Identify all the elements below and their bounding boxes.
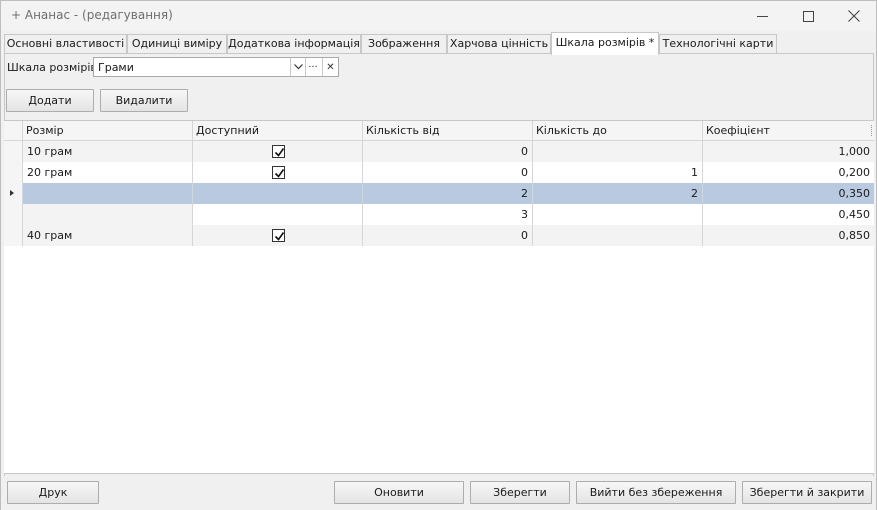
column-header-available[interactable]: Доступний [193,121,363,141]
table-row[interactable]: 10 грам 0 1,000 [4,141,874,162]
save-button[interactable]: Зберегти [470,481,570,504]
column-header-qty-from[interactable]: Кількість від [363,121,533,141]
cell-size[interactable] [23,183,193,204]
maximize-icon [802,10,814,22]
close-icon [848,10,860,22]
row-indicator[interactable] [4,183,23,204]
column-grip-icon[interactable] [871,125,873,136]
cell-qty-to[interactable] [533,225,703,246]
available-checkbox[interactable] [272,166,285,179]
cell-qty-from[interactable]: 0 [363,141,533,162]
maximize-button[interactable] [785,1,831,31]
cell-qty-from[interactable]: 2 [363,183,533,204]
tab-images[interactable]: Зображення [361,34,447,54]
size-scale-value: Грами [98,61,134,74]
cell-available[interactable] [193,183,363,204]
row-indicator[interactable] [4,225,23,246]
cell-coefficient[interactable]: 0,200 [703,162,874,183]
cell-size[interactable]: 10 грам [23,141,193,162]
cell-qty-to[interactable] [533,141,703,162]
cell-qty-from[interactable]: 0 [363,162,533,183]
exit-without-saving-button[interactable]: Вийти без збереження [576,481,736,504]
minimize-icon [756,15,768,17]
tab-nutrition[interactable]: Харчова цінність [447,34,551,54]
cell-qty-from[interactable]: 3 [363,204,533,225]
tab-tech-cards[interactable]: Технологічні карти [659,34,777,54]
window-title: + Ананас - (редагування) [11,8,173,22]
tab-general-properties[interactable]: Основні властивості [4,34,127,54]
cell-coefficient[interactable]: 1,000 [703,141,874,162]
column-header-coefficient[interactable]: Коефіцієнт [703,121,874,141]
grid-header: Розмір Доступний Кількість від Кількість… [4,121,874,141]
close-button[interactable] [831,1,877,31]
row-indicator[interactable] [4,141,23,162]
footer-bar: Друк Оновити Зберегти Вийти без збережен… [1,476,876,510]
available-checkbox[interactable] [272,229,285,242]
cell-size[interactable]: 20 грам [23,162,193,183]
cell-qty-to[interactable]: 1 [533,162,703,183]
column-header-qty-to[interactable]: Кількість до [533,121,703,141]
cell-qty-to[interactable] [533,204,703,225]
row-indicator[interactable] [4,162,23,183]
cell-size[interactable]: 40 грам [23,225,193,246]
tab-additional-info[interactable]: Додаткова інформація [227,34,361,54]
refresh-button[interactable]: Оновити [334,481,464,504]
current-row-arrow-icon [10,190,14,196]
tab-units[interactable]: Одиниці виміру [127,34,227,54]
table-row[interactable]: 20 грам 0 1 0,200 [4,162,874,183]
cell-size[interactable] [23,204,193,225]
clear-icon: ✕ [326,61,335,73]
save-and-close-button[interactable]: Зберегти й закрити [742,481,872,504]
table-row[interactable]: 3 0,450 [4,204,874,225]
title-bar: + Ананас - (редагування) [1,1,876,31]
table-row-selected[interactable]: 2 2 0,350 [4,183,874,204]
check-icon [274,148,285,157]
delete-button[interactable]: Видалити [100,89,188,112]
add-button[interactable]: Додати [6,89,94,112]
size-scale-label: Шкала розмірів: [7,61,101,74]
table-row[interactable]: 40 грам 0 0,850 [4,225,874,246]
available-checkbox[interactable] [272,145,285,158]
cell-qty-from[interactable]: 0 [363,225,533,246]
print-button[interactable]: Друк [7,481,99,504]
tab-size-scale[interactable]: Шкала розмірів * [551,32,659,55]
column-header-size[interactable]: Розмір [23,121,193,141]
cell-available[interactable] [193,141,363,162]
cell-coefficient[interactable]: 0,350 [703,183,874,204]
cell-available[interactable] [193,225,363,246]
cell-coefficient[interactable]: 0,450 [703,204,874,225]
row-indicator-header [4,121,23,141]
cell-available[interactable] [193,162,363,183]
size-scale-dropdown-button[interactable] [290,58,305,76]
minimize-button[interactable] [739,1,785,31]
size-scale-clear-button[interactable]: ✕ [322,58,338,76]
size-scale-browse-button[interactable]: ··· [305,58,320,76]
cell-coefficient[interactable]: 0,850 [703,225,874,246]
row-indicator[interactable] [4,204,23,225]
chevron-down-icon [293,64,303,70]
check-icon [274,232,285,241]
edit-window: + Ананас - (редагування) Основні властив… [0,0,877,510]
ellipsis-icon: ··· [308,61,318,73]
size-scale-combo[interactable]: Грами ··· ✕ [93,57,339,77]
size-grid: Розмір Доступний Кількість від Кількість… [4,120,874,474]
cell-qty-to[interactable]: 2 [533,183,703,204]
cell-available[interactable] [193,204,363,225]
check-icon [274,169,285,178]
